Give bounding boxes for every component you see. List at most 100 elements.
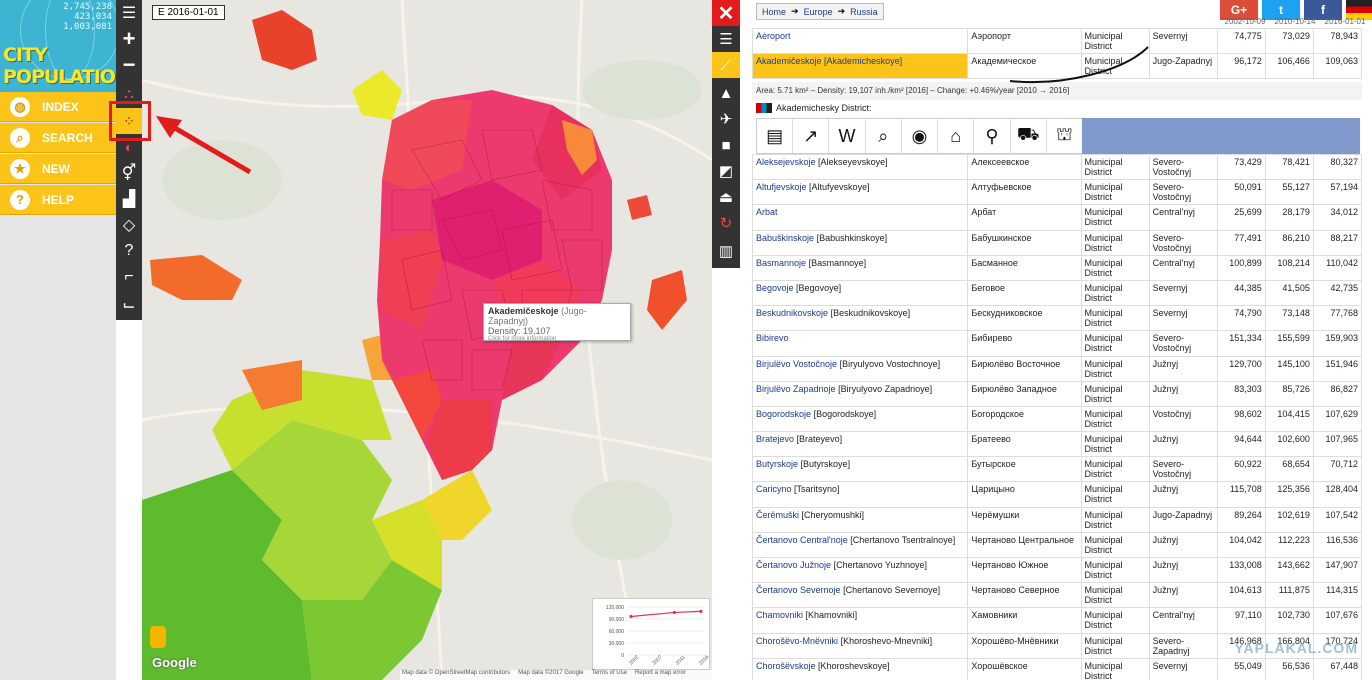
district-name-link[interactable]: Bogorodskoje (756, 409, 811, 419)
district-name-link[interactable]: Chamovniki (756, 610, 803, 620)
table-row[interactable]: Čertanovo Central'noje [Chertanovo Tsent… (752, 531, 1363, 559)
table-row[interactable]: Birjulëvo Vostočnoje [Biryulyovo Vostoch… (752, 355, 1363, 382)
blank-map-icon[interactable]: ■ (712, 132, 740, 158)
district-name-cell[interactable]: Beskudnikovskoje [Beskudnikovskoye] (752, 305, 969, 332)
report-error-link[interactable]: Report a map error (635, 670, 686, 680)
table-row[interactable]: Bibirevo Бибирево Municipal District Sever… (752, 330, 1363, 357)
district-name-cell[interactable]: Čerëmuški [Cheryomushki] (752, 506, 969, 533)
district-name-link[interactable]: Altufjevskoje (756, 182, 807, 192)
district-name-cell[interactable]: Altufjevskoje [Altufyevskoye] (752, 179, 969, 206)
expand-icon[interactable]: ⌐ (116, 264, 142, 290)
menu-icon[interactable]: ☰ (116, 0, 142, 26)
table-row[interactable]: Chamovniki [Khamovniki] Хамовники Municipa… (752, 607, 1363, 634)
district-name-link[interactable]: Chorošëvo-Mnëvniki (756, 636, 838, 646)
museum-icon[interactable]: ⛫ (1047, 119, 1083, 153)
nav-help[interactable]: ? HELP (0, 185, 116, 215)
zoom-out-icon[interactable]: − (116, 52, 142, 78)
document-icon[interactable]: ▤ (757, 119, 794, 153)
terms-link[interactable]: Terms of Use (592, 670, 627, 680)
district-name-cell[interactable]: Birjulëvo Vostočnoje [Biryulyovo Vostoch… (752, 355, 969, 382)
district-name-link[interactable]: Bratejevo (756, 434, 794, 444)
district-name-link[interactable]: Chorošëvskoje (756, 661, 816, 671)
nav-index[interactable]: ◍ INDEX (0, 92, 116, 122)
table-row[interactable]: Basmannoje [Basmannoye] Басманное Municipa… (752, 254, 1363, 281)
zoom-in-icon[interactable]: + (116, 26, 142, 52)
shapes-icon[interactable]: ◇ (116, 212, 142, 238)
district-name-link[interactable]: Akademičeskoje (756, 56, 822, 66)
table-row[interactable]: Chorošëvskoje [Khoroshevskoye] Хорошёвско… (752, 657, 1363, 680)
district-name-cell[interactable]: Čertanovo Južnoje [Chertanovo Yuzhnoye] (752, 556, 969, 584)
table-row[interactable]: Bratejevo [Brateyevo] Братеево Municipal D… (752, 431, 1363, 458)
district-name-cell[interactable]: Bogorodskoje [Bogorodskoye] (752, 405, 969, 433)
menu-icon[interactable]: ☰ (712, 26, 740, 52)
refresh-icon[interactable]: ↻ (712, 210, 740, 236)
table-row[interactable]: Čertanovo Južnoje [Chertanovo Yuzhnoye] Ч… (752, 556, 1363, 584)
district-name-cell[interactable]: Caricyno [Tsaritsyno] (752, 481, 969, 508)
table-row[interactable]: Arbat Арбат Municipal District Central'nyj… (752, 204, 1363, 231)
district-name-cell[interactable]: Babuškinskoje [Babushkinskoye] (752, 229, 969, 256)
road-map-icon[interactable]: ⟋ (712, 52, 740, 78)
table-row[interactable]: Babuškinskoje [Babushkinskoye] Бабушкинск… (752, 229, 1363, 256)
district-name-link[interactable]: Čerëmuški (756, 510, 799, 520)
table-row[interactable]: Čerëmuški [Cheryomushki] Черёмушки Municip… (752, 506, 1363, 533)
district-name-link[interactable]: Aėroport (756, 31, 791, 41)
district-name-link[interactable]: Butyrskoje (756, 459, 798, 469)
district-name-cell[interactable]: Begovoje [Begovoye] (752, 279, 969, 307)
age-structure-icon[interactable]: ▟ (116, 186, 142, 212)
district-name-link[interactable]: Birjulëvo Vostočnoje (756, 359, 837, 369)
district-name-cell[interactable]: Akademičeskoje [Akademicheskoye] (752, 53, 969, 79)
district-name-cell[interactable]: Čertanovo Central'noje [Chertanovo Tsent… (752, 531, 969, 559)
district-name-link[interactable]: Alekseјevskoje (756, 157, 816, 167)
district-name-link[interactable]: Babuškinskoje (756, 233, 814, 243)
district-name-cell[interactable]: Arbat (752, 204, 969, 231)
table-row[interactable]: Birjulëvo Zapadnoje [Biryulyovo Zapadnoy… (752, 380, 1363, 407)
district-name-link[interactable]: Čertanovo Severnoje (756, 585, 841, 595)
table-row[interactable]: Alekseјevskoje [Alekseyevskoye] Алексеевс… (752, 153, 1363, 181)
table-row[interactable]: Caricyno [Tsaritsyno] Царицыно Municipal D… (752, 481, 1363, 508)
bar-chart-icon[interactable]: ▥ (712, 238, 740, 264)
nav-search[interactable]: ⌕ SEARCH (0, 123, 116, 153)
table-row[interactable]: Beskudnikovskoje [Beskudnikovskoye] Беску… (752, 305, 1363, 332)
search-icon[interactable]: ⌕ (866, 119, 902, 153)
district-name-link[interactable]: Beskudnikovskoje (756, 308, 828, 318)
breadcrumb-russia[interactable]: Russia (850, 7, 878, 17)
table-row[interactable]: Begovoje [Begovoye] Беговое Municipal Dist… (752, 279, 1363, 307)
hotel-icon[interactable]: ⌂ (938, 119, 975, 153)
wikipedia-icon[interactable]: W (829, 119, 866, 153)
district-name-cell[interactable]: Alekseјevskoje [Alekseyevskoye] (752, 153, 969, 181)
opacity-icon[interactable]: ◩ (712, 158, 740, 184)
district-name-cell[interactable]: Basmannoje [Basmannoye] (752, 254, 969, 281)
help-icon[interactable]: ? (116, 238, 142, 264)
district-name-link[interactable]: Birjulëvo Zapadnoje (756, 384, 836, 394)
district-name-cell[interactable]: Birjulëvo Zapadnoje [Biryulyovo Zapadnoy… (752, 380, 969, 407)
terrain-icon[interactable]: ▲ (712, 80, 740, 106)
table-row[interactable]: Butyrskoje [Butyrskoye] Бутырское Municipa… (752, 456, 1363, 483)
table-row[interactable]: Bogorodskoje [Bogorodskoye] Богородское Mu… (752, 405, 1363, 433)
district-name-link[interactable]: Bibirevo (756, 333, 789, 343)
nav-new[interactable]: ★ NEW (0, 154, 116, 184)
district-name-link[interactable]: Čertanovo Central'noje (756, 535, 848, 545)
district-name-cell[interactable]: Čertanovo Severnoje [Chertanovo Severnoy… (752, 582, 969, 609)
gender-icon[interactable]: ⚥ (116, 160, 142, 186)
eject-icon[interactable]: ⏏ (712, 184, 740, 210)
map-view[interactable]: E 2016-01-01 Akademičeskoje (Jugo-Zapadn… (142, 0, 712, 680)
satellite-icon[interactable]: ✈ (712, 106, 740, 132)
district-name-cell[interactable]: Butyrskoje [Butyrskoye] (752, 456, 969, 483)
close-icon[interactable]: ✕ (712, 0, 740, 26)
district-name-link[interactable]: Basmannoje (756, 258, 806, 268)
district-name-link[interactable]: Begovoje (756, 283, 794, 293)
district-name-link[interactable]: Arbat (756, 207, 778, 217)
breadcrumb-home[interactable]: Home (762, 7, 786, 17)
district-name-cell[interactable]: Bratejevo [Brateyevo] (752, 431, 969, 458)
district-name-link[interactable]: Caricyno (756, 484, 792, 494)
breadcrumb-europe[interactable]: Europe (804, 7, 833, 17)
collapse-icon[interactable]: ⌙ (116, 292, 142, 318)
restaurant-icon[interactable]: ⚲ (974, 119, 1011, 153)
date-badge[interactable]: E 2016-01-01 (152, 5, 225, 20)
district-name-link[interactable]: Čertanovo Južnoje (756, 560, 831, 570)
street-view-pegman-icon[interactable] (150, 626, 166, 648)
district-name-cell[interactable]: Chorošëvskoje [Khoroshevskoye] (752, 657, 969, 680)
district-name-cell[interactable]: Chorošëvo-Mnëvniki [Khoroshevo-Mnevniki] (752, 632, 969, 659)
line-chart-icon[interactable]: ↗ (793, 119, 830, 153)
table-row[interactable]: Čertanovo Severnoje [Chertanovo Severnoy… (752, 582, 1363, 609)
